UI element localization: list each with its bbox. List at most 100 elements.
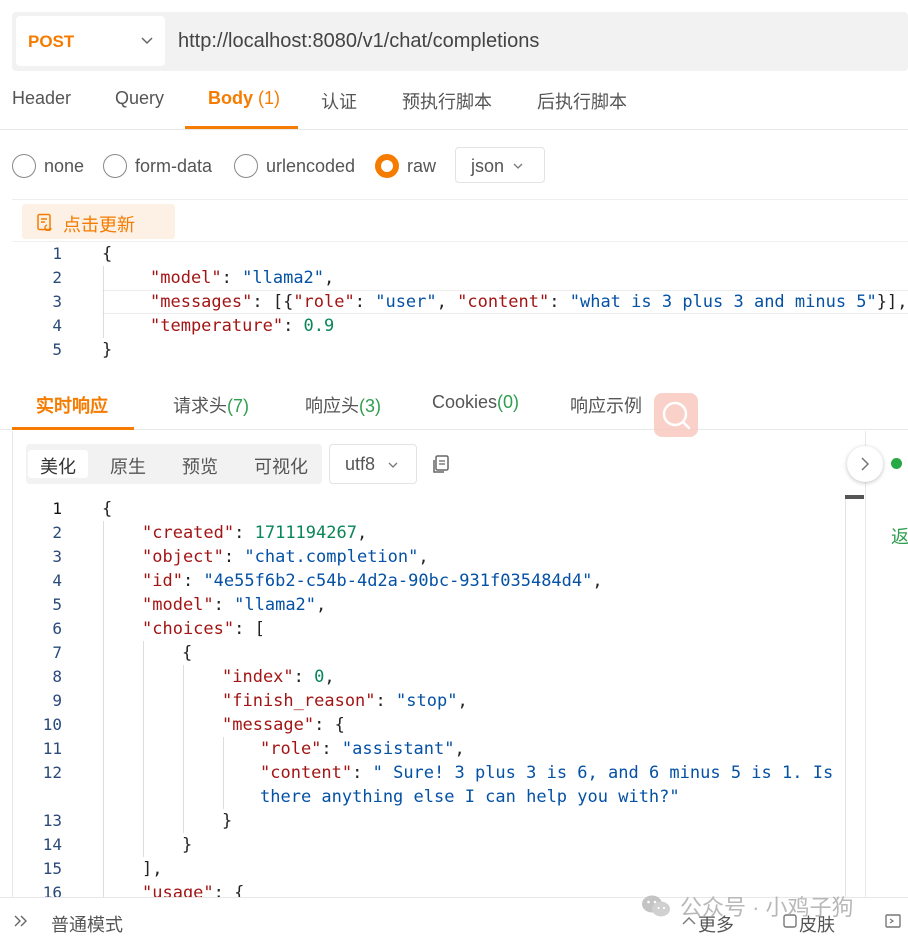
line-number: 3 <box>52 547 62 566</box>
code-line[interactable]: "messages": [{"role": "user", "content":… <box>150 290 908 314</box>
tab-auth[interactable]: 认证 <box>321 88 357 114</box>
wechat-icon <box>642 895 670 917</box>
watermark-text: 公众号 · 小鸡子狗 <box>680 895 854 920</box>
encoding-select-value: utf8 <box>345 454 376 474</box>
tab-response-example[interactable]: 响应示例 <box>570 392 642 418</box>
json-key: "model" <box>142 595 214 615</box>
chevron-right-icon <box>861 457 870 471</box>
tab-realtime-response[interactable]: 实时响应 <box>36 392 108 418</box>
radio-circle-icon <box>234 154 258 178</box>
chevron-down-icon <box>141 37 153 45</box>
copy-icon[interactable] <box>430 453 452 475</box>
json-key: "finish_reason" <box>222 691 376 711</box>
radio-raw-label: raw <box>407 155 437 176</box>
code-line: "finish_reason": "stop", <box>222 691 468 711</box>
panel-icon[interactable] <box>884 912 902 930</box>
indent-guide <box>143 641 144 857</box>
line-number: 7 <box>52 643 62 662</box>
tab-cookies[interactable]: Cookies(0) <box>432 392 519 413</box>
radio-urlencoded[interactable]: urlencoded <box>234 153 355 179</box>
tab-response-headers-count: (3) <box>359 396 381 416</box>
chevron-down-icon <box>388 462 398 468</box>
code-token: : [{ <box>252 292 294 312</box>
radio-none[interactable]: none <box>12 153 84 179</box>
refresh-button[interactable]: 点击更新 <box>22 204 175 239</box>
refresh-button-label: 点击更新 <box>63 215 135 235</box>
line-number: 5 <box>52 340 62 359</box>
json-key: "role" <box>260 739 322 759</box>
json-key: "temperature" <box>150 316 284 336</box>
code-line: "model": "llama2", <box>142 595 327 615</box>
json-string: "what is 3 plus 3 and minus 5" <box>569 292 877 312</box>
radio-urlencoded-label: urlencoded <box>266 155 356 176</box>
code-line: "index": 0, <box>222 667 335 687</box>
format-select[interactable]: json <box>455 147 545 183</box>
line-number: 8 <box>52 667 62 686</box>
line-number: 11 <box>42 739 62 758</box>
expand-panel-button[interactable] <box>847 446 883 482</box>
radio-form-data[interactable]: form-data <box>103 153 212 179</box>
radio-raw[interactable]: raw <box>375 153 436 179</box>
method-select[interactable]: POST <box>16 16 165 66</box>
tab-body[interactable]: Body (1) <box>208 88 280 109</box>
double-chevron-right-icon[interactable] <box>12 912 30 930</box>
code-line[interactable]: "temperature": 0.9 <box>150 314 334 338</box>
url-input[interactable]: http://localhost:8080/v1/chat/completion… <box>178 30 539 53</box>
tab-request-headers-count: (7) <box>227 396 249 416</box>
tab-request-headers-label: 请求头 <box>173 396 227 416</box>
json-key: "created" <box>142 523 235 543</box>
json-key: "object" <box>142 547 224 567</box>
code-line: { <box>182 643 193 663</box>
code-token: { <box>102 244 113 264</box>
json-key: "model" <box>150 268 222 288</box>
side-panel <box>865 431 908 901</box>
line-number: 2 <box>52 523 62 542</box>
code-line: "role": "assistant", <box>260 739 465 759</box>
line-number: 6 <box>52 619 62 638</box>
tab-body-count: (1) <box>258 88 281 108</box>
tab-post-script[interactable]: 后执行脚本 <box>537 88 627 114</box>
chevron-down-icon <box>513 163 523 169</box>
code-line[interactable]: "model": "llama2", <box>150 266 334 290</box>
request-editor: 点击更新 <box>12 199 908 369</box>
encoding-select[interactable]: utf8 <box>329 444 417 484</box>
code-line[interactable]: } <box>102 338 112 362</box>
line-number: 9 <box>52 691 62 710</box>
request-tabs: Header Query Body (1) 认证 预执行脚本 后执行脚本 <box>0 72 908 130</box>
view-visualize-button[interactable]: 可视化 <box>242 450 320 478</box>
code-line: } <box>222 811 233 831</box>
code-line: "created": 1711194267, <box>142 523 368 543</box>
view-preview-button[interactable]: 预览 <box>170 450 230 478</box>
tab-response-headers[interactable]: 响应头(3) <box>305 392 381 418</box>
indent-guide <box>223 737 224 809</box>
json-number: 0.9 <box>303 316 335 336</box>
json-string: "llama2" <box>242 268 325 288</box>
active-tab-indicator <box>12 427 134 430</box>
view-raw-button[interactable]: 原生 <box>98 450 158 478</box>
mode-label[interactable]: 普通模式 <box>51 911 123 937</box>
document-refresh-icon <box>37 213 52 231</box>
code-line[interactable]: { <box>102 242 112 266</box>
tab-request-headers[interactable]: 请求头(7) <box>173 392 249 418</box>
line-number: 10 <box>42 715 62 734</box>
json-string: "chat.completion" <box>244 547 419 567</box>
url-bar: POST http://localhost:8080/v1/chat/compl… <box>12 12 908 71</box>
code-line: ], <box>142 859 163 879</box>
line-number: 3 <box>52 292 62 311</box>
line-number: 5 <box>52 595 62 614</box>
tab-cookies-count: (0) <box>497 392 520 412</box>
code-token: , <box>324 268 335 288</box>
tab-pre-script[interactable]: 预执行脚本 <box>402 88 492 114</box>
editor-divider <box>12 241 908 242</box>
tab-header[interactable]: Header <box>12 88 71 109</box>
response-tabs: 实时响应 请求头(7) 响应头(3) Cookies(0) 响应示例 <box>0 370 908 430</box>
tab-query[interactable]: Query <box>115 88 164 109</box>
indent-guide <box>103 521 104 897</box>
radio-checked-icon <box>375 154 399 178</box>
view-pretty-button[interactable]: 美化 <box>28 450 88 478</box>
scrollbar-thumb[interactable] <box>845 495 864 499</box>
indent-guide <box>183 665 184 833</box>
json-number: 0 <box>314 667 325 687</box>
scrollbar-track[interactable] <box>845 499 846 901</box>
json-key: "choices" <box>142 619 235 639</box>
